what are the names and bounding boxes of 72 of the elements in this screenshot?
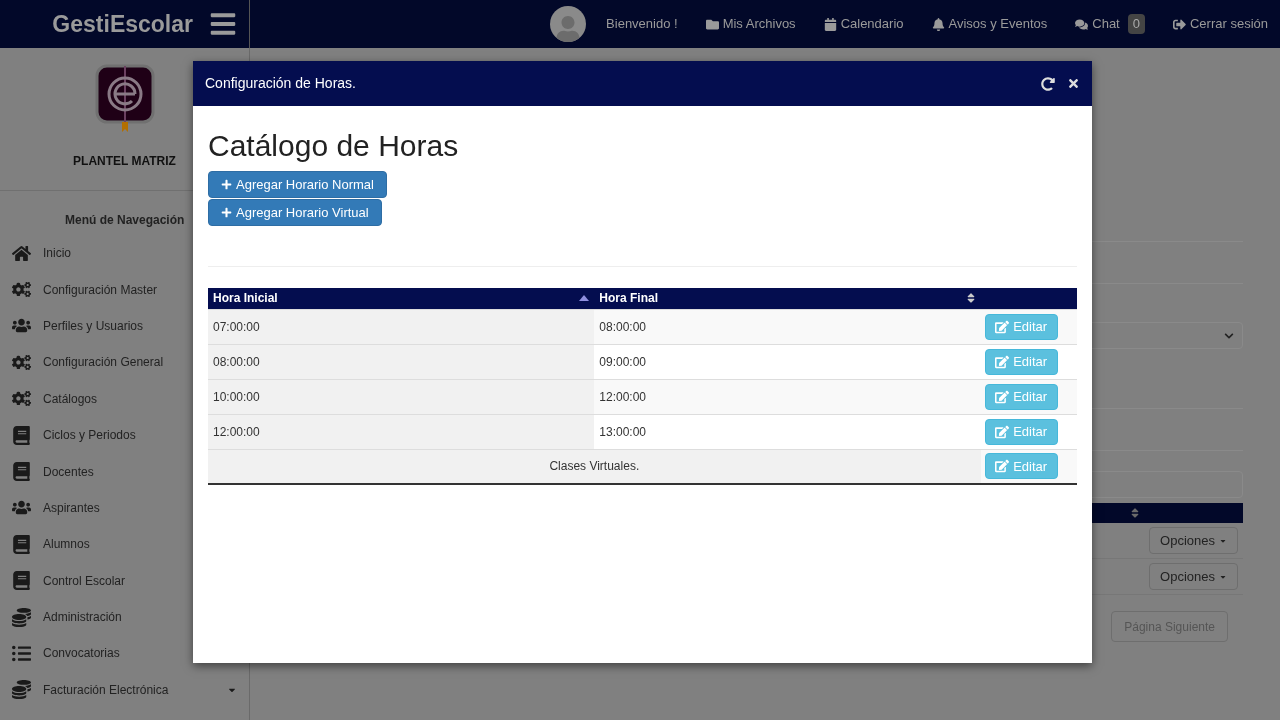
- nav-link[interactable]: Cerrar sesión: [1172, 14, 1268, 34]
- book-icon: [12, 571, 31, 591]
- sidebar-item[interactable]: Aspirantes: [0, 489, 249, 527]
- edit-button[interactable]: Editar: [984, 313, 1058, 340]
- folder-icon: [705, 17, 719, 31]
- menu-icon: [209, 10, 237, 38]
- edit-button[interactable]: Editar: [984, 383, 1058, 410]
- brand-name: GestiEscolar: [52, 9, 193, 39]
- book-icon: [12, 534, 31, 554]
- sidebar-item[interactable]: Inicio: [0, 235, 249, 272]
- chat-icon: [1075, 17, 1089, 31]
- column-header[interactable]: Hora Inicial: [208, 288, 595, 309]
- gears-icon: [12, 352, 31, 372]
- count-badge: 0: [1127, 14, 1145, 34]
- edit-icon: [995, 459, 1010, 474]
- table-cell: 08:00:00: [594, 309, 981, 344]
- menu-button[interactable]: [209, 10, 237, 38]
- home-icon: [12, 243, 31, 263]
- book-icon: [12, 425, 31, 445]
- calendar-icon: [823, 17, 837, 31]
- edit-icon: [995, 354, 1010, 369]
- avatar-icon: [550, 6, 587, 42]
- plus-icon: [221, 179, 232, 190]
- nav-link[interactable]: Bienvenido !: [606, 14, 678, 34]
- refresh-icon: [1041, 76, 1055, 91]
- table-cell: 08:00:00: [208, 344, 595, 379]
- options-button[interactable]: Opciones: [1149, 527, 1238, 554]
- sidebar-item[interactable]: Convocatorias: [0, 635, 249, 672]
- edit-button[interactable]: Editar: [984, 418, 1058, 445]
- sidebar-item[interactable]: Administración: [0, 598, 249, 636]
- table-cell: 12:00:00: [594, 379, 981, 414]
- gears-icon: [12, 389, 31, 409]
- coins-icon: [12, 607, 31, 627]
- nav-link[interactable]: Mis Archivos: [705, 14, 796, 34]
- table-cell: 07:00:00: [208, 309, 595, 344]
- close-button[interactable]: [1067, 77, 1080, 90]
- plus-icon: [221, 207, 232, 218]
- add-button[interactable]: Agregar Horario Virtual: [208, 199, 382, 226]
- sign-out-icon: [1172, 17, 1186, 31]
- nav-link[interactable]: Chat 0: [1075, 14, 1145, 34]
- sort-icon: [1130, 507, 1140, 519]
- column-header[interactable]: Hora Final: [594, 288, 981, 309]
- table-cell: 12:00:00: [208, 414, 595, 449]
- school-logo: [94, 64, 155, 132]
- nav-link[interactable]: Avisos y Eventos: [931, 14, 1048, 34]
- book-icon: [12, 462, 31, 482]
- page-heading: Catálogo de Horas: [208, 128, 460, 164]
- gears-icon: [12, 280, 31, 300]
- coins-icon: [12, 680, 31, 700]
- table-cell: 13:00:00: [594, 414, 981, 449]
- chevron-down-icon: [1224, 330, 1234, 341]
- bell-icon: [931, 17, 945, 31]
- sidebar-item[interactable]: Alumnos: [0, 526, 249, 563]
- campus-name: PLANTEL MATRIZ: [73, 153, 176, 170]
- edit-icon: [995, 424, 1010, 439]
- menu-title: Menú de Navegación: [65, 212, 185, 229]
- list-icon: [12, 644, 31, 663]
- add-button[interactable]: Agregar Horario Normal: [208, 171, 387, 198]
- table-cell: 09:00:00: [594, 344, 981, 379]
- edit-icon: [995, 389, 1010, 404]
- modal-title: Configuración de Horas.: [205, 74, 357, 93]
- sidebar-item[interactable]: Facturación Electrónica: [0, 671, 249, 709]
- refresh-button[interactable]: [1041, 76, 1055, 91]
- options-button[interactable]: Opciones: [1149, 563, 1238, 590]
- close-icon: [1067, 77, 1080, 90]
- table-cell: Clases Virtuales.: [208, 449, 981, 484]
- nav-link[interactable]: Calendario: [823, 14, 904, 34]
- edit-button[interactable]: Editar: [984, 453, 1058, 480]
- edit-button[interactable]: Editar: [984, 348, 1058, 375]
- table-cell: 10:00:00: [208, 379, 595, 414]
- sidebar-item[interactable]: Control Escolar: [0, 562, 249, 599]
- edit-icon: [995, 319, 1010, 334]
